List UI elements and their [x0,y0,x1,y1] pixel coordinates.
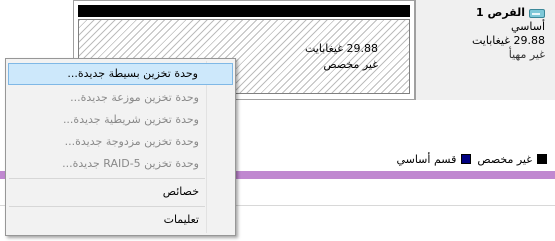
disk-type: أساسي [510,20,545,33]
partition-size: 29.88 غيغابايت [304,42,378,55]
menu-item-help[interactable]: تعليمات [8,209,233,231]
disk-info-panel[interactable]: القرص 1 أساسي 29.88 غيغابايت غير مهيأ [415,0,555,100]
legend-item-primary: قسم أساسي [396,152,472,166]
legend: غير مخصص قسم أساسي [232,148,555,170]
legend-item-unallocated: غير مخصص [477,153,547,166]
partition-header-bar [78,5,410,17]
legend-label-primary: قسم أساسي [396,152,457,166]
menu-item-new-striped-volume[interactable]: وحدة تخزين شريطية جديدة... [8,109,233,131]
context-menu: وحدة تخزين بسيطة جديدة... وحدة تخزين موز… [5,58,236,236]
unallocated-swatch [537,154,547,164]
partition-details: 29.88 غيغابايت غير مخصص [305,41,378,73]
partition-status: غير مخصص [323,58,378,71]
menu-item-properties[interactable]: خصائص [8,181,233,203]
menu-item-new-spanned-volume[interactable]: وحدة تخزين موزعة جديدة... [8,87,233,109]
menu-item-new-raid5-volume[interactable]: وحدة تخزين RAID-5 جديدة... [8,153,233,175]
menu-item-new-simple-volume[interactable]: وحدة تخزين بسيطة جديدة... [8,63,233,85]
disk-title: القرص 1 [416,6,545,20]
disk-drive-icon [529,8,545,18]
menu-item-new-mirrored-volume[interactable]: وحدة تخزين مزدوجة جديدة... [8,131,233,153]
menu-separator [9,178,205,179]
disk-status: غير مهيأ [508,48,545,61]
disk-size: 29.88 غيغابايت [471,34,545,47]
disk-name: القرص 1 [476,6,525,19]
menu-separator [9,206,205,207]
primary-partition-swatch [461,154,472,164]
legend-label-unallocated: غير مخصص [477,152,532,166]
